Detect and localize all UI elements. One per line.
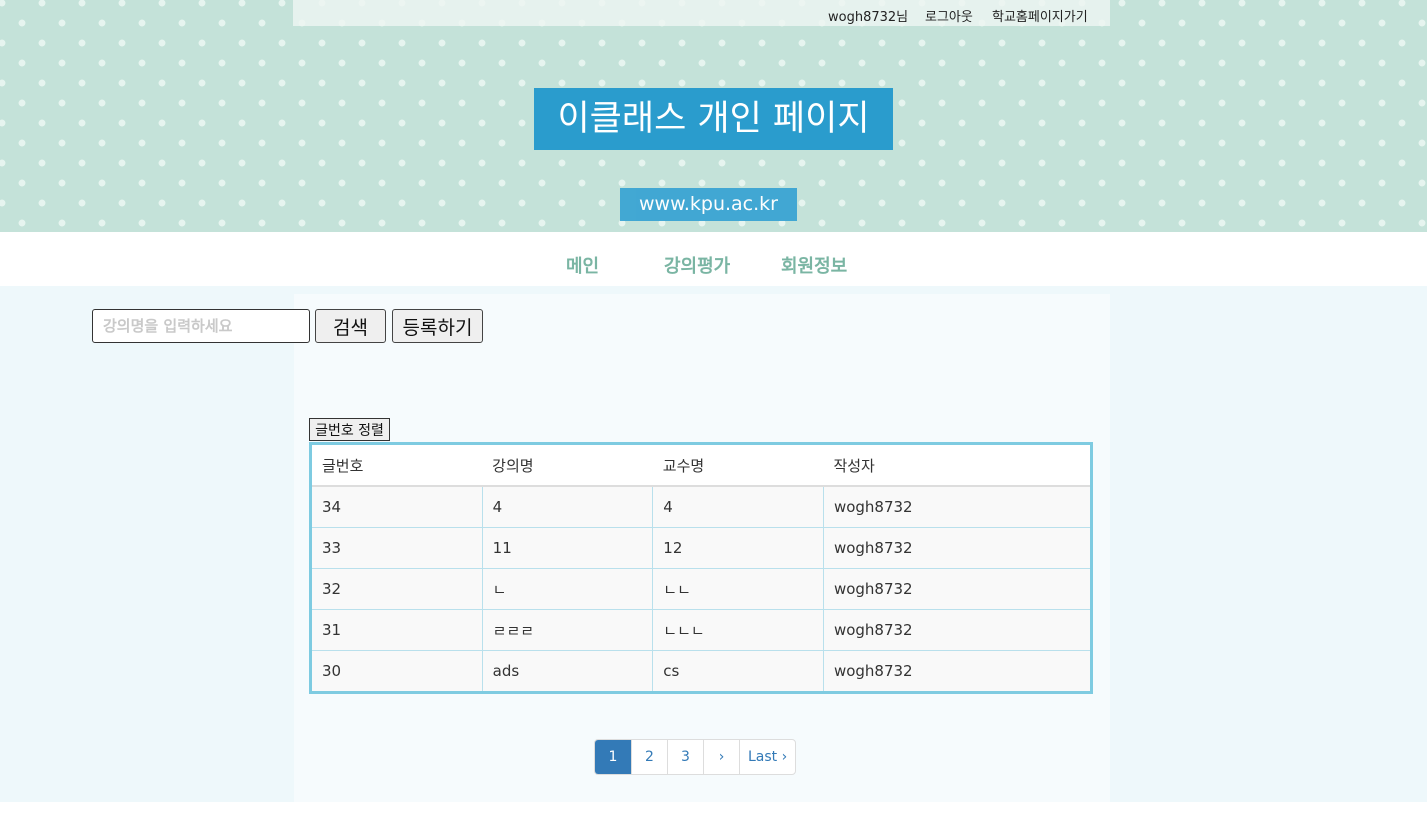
last-page-button[interactable]: Last ›	[739, 740, 795, 774]
school-home-link[interactable]: 학교홈페이지가기	[992, 6, 1088, 25]
logout-link[interactable]: 로그아웃	[925, 6, 973, 25]
cell-lecture[interactable]: 4	[482, 486, 654, 528]
table-row[interactable]: 34 4 4 wogh8732	[310, 486, 1092, 528]
table-row[interactable]: 31 ㄹㄹㄹ ㄴㄴㄴ wogh8732	[310, 609, 1092, 651]
sort-by-number-button[interactable]: 글번호 정렬	[309, 418, 390, 441]
cell-lecture[interactable]: 11	[482, 527, 654, 569]
table-header-row: 글번호 강의명 교수명 작성자	[310, 443, 1092, 487]
table-row[interactable]: 33 11 12 wogh8732	[310, 527, 1092, 569]
page-title: 이클래스 개인 페이지	[534, 88, 893, 150]
cell-author: wogh8732	[823, 650, 1092, 693]
page-1-button[interactable]: 1	[595, 740, 631, 774]
cell-author: wogh8732	[823, 568, 1092, 610]
column-header-lecture: 강의명	[482, 443, 653, 487]
cell-number: 31	[310, 609, 483, 651]
column-header-professor: 교수명	[652, 443, 824, 487]
nav-item-lecture-review[interactable]: 강의평가	[664, 252, 730, 278]
nav-item-member-info[interactable]: 회원정보	[781, 252, 847, 278]
header-banner: wogh8732님 로그아웃 학교홈페이지가기 이클래스 개인 페이지 www.…	[0, 0, 1427, 232]
cell-professor: cs	[652, 650, 824, 693]
search-input[interactable]	[92, 309, 310, 343]
top-bar: wogh8732님 로그아웃 학교홈페이지가기	[293, 0, 1110, 26]
register-button[interactable]: 등록하기	[392, 309, 483, 343]
cell-number: 32	[310, 568, 483, 610]
cell-number: 30	[310, 650, 483, 693]
cell-lecture[interactable]: ㄴ	[482, 568, 654, 610]
page-3-button[interactable]: 3	[667, 740, 703, 774]
cell-author: wogh8732	[823, 527, 1092, 569]
cell-professor: 4	[652, 486, 824, 528]
cell-professor: 12	[652, 527, 824, 569]
search-button[interactable]: 검색	[315, 309, 386, 343]
cell-lecture[interactable]: ads	[482, 650, 654, 693]
column-header-author: 작성자	[823, 443, 1092, 487]
table-row[interactable]: 30 ads cs wogh8732	[310, 650, 1092, 693]
cell-number: 34	[310, 486, 483, 528]
cell-professor: ㄴㄴㄴ	[652, 609, 824, 651]
cell-professor: ㄴㄴ	[652, 568, 824, 610]
site-url-link[interactable]: www.kpu.ac.kr	[620, 188, 797, 221]
cell-lecture[interactable]: ㄹㄹㄹ	[482, 609, 654, 651]
main-nav: 메인 강의평가 회원정보	[0, 232, 1427, 286]
cell-author: wogh8732	[823, 486, 1092, 528]
page-2-button[interactable]: 2	[631, 740, 667, 774]
username-label: wogh8732님	[828, 10, 909, 25]
next-page-button[interactable]: ›	[703, 740, 739, 774]
nav-item-main[interactable]: 메인	[566, 252, 599, 278]
cell-author: wogh8732	[823, 609, 1092, 651]
table-row[interactable]: 32 ㄴ ㄴㄴ wogh8732	[310, 568, 1092, 610]
posts-table: 글번호 강의명 교수명 작성자 34 4 4 wogh8732 33 11 12…	[309, 442, 1093, 694]
cell-number: 33	[310, 527, 483, 569]
pagination: 1 2 3 › Last ›	[594, 739, 797, 775]
column-header-number: 글번호	[310, 443, 483, 487]
